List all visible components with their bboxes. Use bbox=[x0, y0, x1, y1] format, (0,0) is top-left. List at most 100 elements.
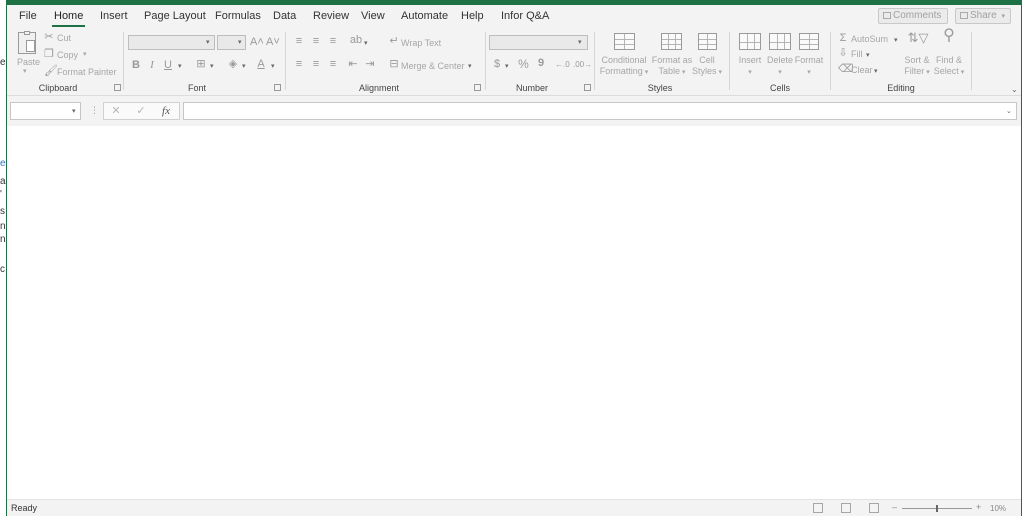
tab-help[interactable]: Help bbox=[461, 10, 484, 22]
increase-decimal-button[interactable]: ←.0 bbox=[555, 59, 570, 71]
tab-review[interactable]: Review bbox=[313, 10, 349, 22]
chevron-down-icon[interactable]: ▾ bbox=[364, 39, 368, 47]
tab-insert[interactable]: Insert bbox=[100, 10, 128, 22]
comments-label: Comments bbox=[893, 10, 942, 21]
percent-button[interactable]: % bbox=[517, 58, 530, 70]
dialog-launcher-icon[interactable] bbox=[584, 84, 591, 91]
chevron-down-icon[interactable]: ▾ bbox=[83, 50, 87, 58]
italic-button[interactable]: I bbox=[147, 59, 157, 71]
increase-indent-icon[interactable]: ⇥ bbox=[364, 58, 376, 70]
chevron-down-icon[interactable]: ▾ bbox=[210, 62, 214, 70]
group-label-alignment: Alignment bbox=[358, 83, 400, 93]
font-name-dropdown[interactable] bbox=[128, 35, 215, 50]
align-top-icon[interactable]: ≡ bbox=[293, 35, 305, 47]
chevron-down-icon[interactable]: ▾ bbox=[894, 36, 898, 44]
page-break-preview-icon[interactable] bbox=[869, 503, 879, 513]
cancel-icon[interactable]: ✕ bbox=[110, 105, 122, 117]
conditional-formatting-button[interactable]: Conditional Formatting ▾ bbox=[596, 55, 652, 78]
group-divider bbox=[123, 32, 124, 90]
find-select-button[interactable]: Find & Select ▾ bbox=[931, 55, 967, 78]
format-painter-button[interactable]: Format Painter bbox=[57, 67, 117, 77]
tab-file[interactable]: File bbox=[19, 10, 37, 22]
cell-styles-label-1: Cell bbox=[699, 55, 715, 65]
chevron-down-icon[interactable]: ▾ bbox=[468, 62, 472, 70]
chevron-down-icon: ▾ bbox=[206, 39, 210, 46]
align-middle-icon[interactable]: ≡ bbox=[310, 35, 322, 47]
group-divider bbox=[485, 32, 486, 90]
name-box[interactable]: ▾ bbox=[10, 102, 81, 120]
underline-button[interactable]: U bbox=[163, 59, 173, 71]
tab-automate[interactable]: Automate bbox=[401, 10, 448, 22]
chevron-down-icon[interactable]: ⌄ bbox=[1006, 107, 1012, 115]
orientation-icon[interactable]: ab bbox=[349, 34, 363, 46]
font-color-button[interactable]: A bbox=[255, 58, 267, 70]
normal-view-icon[interactable] bbox=[813, 503, 823, 513]
autosum-button[interactable]: AutoSum bbox=[851, 34, 888, 44]
chevron-down-icon[interactable]: ▾ bbox=[271, 62, 275, 70]
sort-filter-button[interactable]: Sort & Filter ▾ bbox=[900, 55, 934, 78]
edge-char: n bbox=[0, 234, 6, 245]
group-label-number: Number bbox=[515, 83, 548, 93]
decrease-decimal-button[interactable]: .00→ bbox=[573, 59, 592, 71]
copy-button[interactable]: Copy bbox=[57, 50, 78, 60]
insert-button[interactable]: Insert ▾ bbox=[733, 55, 767, 78]
fill-button[interactable]: Fill bbox=[851, 49, 863, 59]
chevron-down-icon[interactable]: ▾ bbox=[178, 62, 182, 70]
dialog-launcher-icon[interactable] bbox=[274, 84, 281, 91]
cut-button[interactable]: Cut bbox=[57, 33, 71, 43]
dialog-launcher-icon[interactable] bbox=[114, 84, 121, 91]
tab-data[interactable]: Data bbox=[273, 10, 296, 22]
sort-filter-label-1: Sort & bbox=[904, 55, 930, 65]
align-center-icon[interactable]: ≡ bbox=[310, 58, 322, 70]
comma-style-button[interactable]: 9 bbox=[536, 57, 546, 69]
comments-button[interactable]: Comments bbox=[878, 8, 948, 24]
find-select-label-1: Find & bbox=[935, 55, 962, 65]
insert-cells-icon bbox=[739, 33, 761, 50]
zoom-out-button[interactable]: – bbox=[892, 502, 897, 512]
copy-icon: ❐ bbox=[44, 48, 54, 60]
chevron-down-icon[interactable]: ▾ bbox=[874, 67, 878, 75]
chevron-down-icon[interactable]: ▾ bbox=[866, 51, 870, 59]
chevron-down-icon[interactable]: ▾ bbox=[242, 62, 246, 70]
format-button[interactable]: Format ▾ bbox=[792, 55, 826, 78]
tab-home[interactable]: Home bbox=[51, 10, 86, 27]
tab-infor-qa[interactable]: Infor Q&A bbox=[501, 10, 549, 22]
tab-formulas[interactable]: Formulas bbox=[215, 10, 261, 22]
chevron-down-icon[interactable]: ▾ bbox=[72, 107, 76, 115]
align-right-icon[interactable]: ≡ bbox=[327, 58, 339, 70]
formula-buttons: ✕ ✓ fx bbox=[103, 102, 180, 120]
insert-function-icon[interactable]: fx bbox=[160, 105, 172, 117]
merge-center-button[interactable]: Merge & Center bbox=[401, 61, 465, 71]
dialog-launcher-icon[interactable] bbox=[474, 84, 481, 91]
borders-icon[interactable]: ⊞ bbox=[195, 58, 207, 70]
clear-button[interactable]: Clear bbox=[851, 65, 873, 75]
fill-color-icon[interactable]: ◈ bbox=[227, 58, 239, 70]
zoom-in-button[interactable]: + bbox=[976, 502, 981, 512]
cell-styles-button[interactable]: Cell Styles ▾ bbox=[687, 55, 727, 78]
align-bottom-icon[interactable]: ≡ bbox=[327, 35, 339, 47]
bold-button[interactable]: B bbox=[131, 59, 141, 71]
comment-icon bbox=[883, 12, 891, 19]
decrease-indent-icon[interactable]: ⇤ bbox=[347, 58, 359, 70]
chevron-down-icon[interactable]: ▾ bbox=[505, 62, 509, 70]
wrap-text-button[interactable]: Wrap Text bbox=[401, 38, 441, 48]
share-label: Share bbox=[970, 10, 997, 21]
worksheet-area[interactable] bbox=[7, 126, 1021, 499]
align-left-icon[interactable]: ≡ bbox=[293, 58, 305, 70]
number-format-dropdown[interactable] bbox=[489, 35, 588, 50]
tab-view[interactable]: View bbox=[361, 10, 385, 22]
shrink-font-button[interactable]: A˅ bbox=[266, 36, 280, 48]
currency-button[interactable]: $ bbox=[492, 58, 502, 70]
share-button[interactable]: Share ▾ bbox=[955, 8, 1011, 24]
collapse-ribbon-icon[interactable]: ⌄ bbox=[1011, 85, 1018, 94]
page-layout-view-icon[interactable] bbox=[841, 503, 851, 513]
paste-button[interactable]: Paste bbox=[17, 57, 40, 67]
formula-input[interactable]: ⌄ bbox=[183, 102, 1017, 120]
zoom-level[interactable]: 10% bbox=[990, 504, 1006, 513]
grow-font-button[interactable]: A˄ bbox=[250, 36, 264, 48]
zoom-slider-thumb[interactable] bbox=[936, 505, 938, 512]
chevron-down-icon[interactable]: ▾ bbox=[23, 67, 27, 75]
zoom-slider[interactable] bbox=[902, 505, 972, 512]
enter-icon[interactable]: ✓ bbox=[135, 105, 147, 117]
tab-page-layout[interactable]: Page Layout bbox=[144, 10, 206, 22]
